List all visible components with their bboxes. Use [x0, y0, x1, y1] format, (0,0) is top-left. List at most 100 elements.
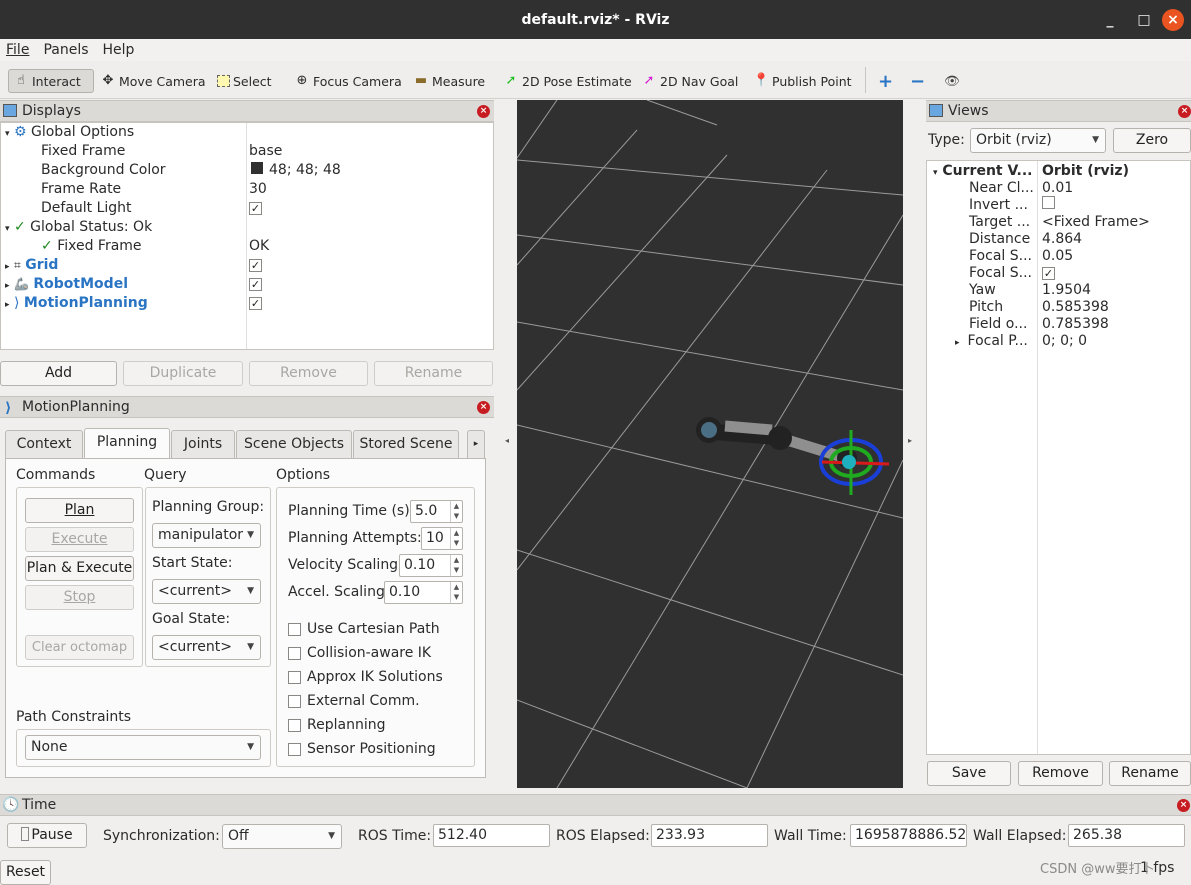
pause-button[interactable]: Pause: [7, 823, 87, 848]
spin-arrows-icon[interactable]: ▲ ▼: [450, 501, 462, 522]
fixed-frame-value[interactable]: base: [249, 142, 282, 161]
views-remove-button[interactable]: Remove: [1018, 761, 1103, 786]
remove-display-button[interactable]: Remove: [249, 361, 368, 386]
motion-planning-icon: ⟩: [13, 295, 20, 311]
replanning-checkbox[interactable]: Replanning: [288, 717, 385, 733]
views-rename-button[interactable]: Rename: [1109, 761, 1191, 786]
grid-display-row[interactable]: ▸ ⌗ Grid: [5, 256, 58, 275]
motion-planning-row[interactable]: ▸ ⟩ MotionPlanning: [5, 294, 148, 313]
path-constraints-select[interactable]: None ▼: [25, 735, 261, 760]
sensor-positioning-checkbox[interactable]: Sensor Positioning: [288, 741, 436, 757]
execute-button[interactable]: Execute: [25, 527, 134, 552]
tab-joints[interactable]: Joints: [171, 430, 235, 458]
focus-camera-tool[interactable]: ⊕ Focus Camera: [290, 69, 406, 93]
external-comm-checkbox[interactable]: External Comm.: [288, 693, 420, 709]
spin-arrows-icon[interactable]: ▲ ▼: [450, 582, 462, 603]
robot-model-checkbox[interactable]: ✓: [249, 275, 262, 294]
grid-and-robot-scene[interactable]: [517, 100, 903, 788]
close-window-button[interactable]: ×: [1162, 9, 1184, 31]
tab-scroll-right-icon[interactable]: ▸: [467, 430, 485, 458]
add-display-button[interactable]: Add: [0, 361, 117, 386]
views-close-icon[interactable]: ×: [1178, 105, 1191, 118]
pose-estimate-tool[interactable]: ➚ 2D Pose Estimate: [499, 69, 636, 93]
render-viewport[interactable]: [517, 100, 903, 788]
accel-scaling-spinbox[interactable]: 0.10 ▲ ▼: [384, 581, 463, 604]
duplicate-display-button[interactable]: Duplicate: [123, 361, 243, 386]
views-save-button[interactable]: Save: [927, 761, 1011, 786]
velocity-scaling-spinbox[interactable]: 0.10 ▲ ▼: [399, 554, 463, 577]
focal-point-row[interactable]: ▸ Focal P...: [955, 332, 1028, 351]
planning-attempts-value: 10: [426, 530, 444, 546]
default-light-checkbox[interactable]: ✓: [249, 199, 262, 218]
robot-model-row[interactable]: ▸ 🦾 RobotModel: [5, 275, 128, 294]
displays-close-icon[interactable]: ×: [477, 105, 490, 118]
use-cartesian-checkbox[interactable]: Use Cartesian Path: [288, 621, 440, 637]
nav-goal-tool[interactable]: ➚ 2D Nav Goal: [637, 69, 742, 93]
global-status-row[interactable]: ▾ ✓ Global Status: Ok: [5, 218, 152, 237]
publish-point-tool[interactable]: 📍 Publish Point: [749, 69, 856, 93]
goal-state-label: Goal State:: [152, 611, 231, 627]
motion-planning-tabs: Context Planning Joints Scene Objects St…: [5, 428, 489, 460]
reset-button[interactable]: Reset: [0, 860, 51, 885]
eye-icon[interactable]: 👁: [940, 69, 964, 93]
zero-button[interactable]: Zero: [1113, 128, 1191, 153]
tab-stored-scene[interactable]: Stored Scene: [353, 430, 459, 458]
view-type-select[interactable]: Orbit (rviz) ▼: [970, 128, 1106, 153]
checkmark-icon: ✓: [41, 238, 53, 254]
tab-planning[interactable]: Planning: [84, 428, 170, 458]
motion-planning-close-icon[interactable]: ×: [477, 401, 490, 414]
remove-tool-minus-icon[interactable]: −: [906, 69, 929, 93]
move-camera-tool[interactable]: ✥ Move Camera: [96, 69, 210, 93]
planning-attempts-spinbox[interactable]: 10 ▲ ▼: [421, 527, 463, 550]
grid-lines: [517, 100, 903, 788]
tab-context[interactable]: Context: [5, 430, 83, 458]
planning-time-spinbox[interactable]: 5.0 ▲ ▼: [410, 500, 463, 523]
external-comm-label: External Comm.: [307, 693, 420, 709]
select-tool[interactable]: Select: [213, 69, 276, 93]
stop-button[interactable]: Stop: [25, 585, 134, 610]
collapse-left-icon[interactable]: ◂: [505, 436, 509, 445]
collision-aware-ik-checkbox[interactable]: Collision-aware IK: [288, 645, 431, 661]
frame-rate-value[interactable]: 30: [249, 180, 267, 199]
start-state-select[interactable]: <current> ▼: [152, 579, 261, 604]
menu-file[interactable]: File: [6, 42, 29, 58]
planning-group-select[interactable]: manipulator ▼: [152, 523, 261, 548]
motion-planning-checkbox[interactable]: ✓: [249, 294, 262, 313]
publish-point-label: Publish Point: [772, 73, 852, 89]
global-options-label: Global Options: [31, 124, 135, 140]
global-options-row[interactable]: ▾ ⚙ Global Options: [5, 123, 134, 142]
view-prop-checkbox[interactable]: ✓: [1042, 267, 1055, 280]
tab-scene-objects[interactable]: Scene Objects: [236, 430, 352, 458]
view-prop-checkbox[interactable]: [1042, 196, 1055, 209]
clear-octomap-button[interactable]: Clear octomap: [25, 635, 134, 660]
expand-arrow-icon[interactable]: ▸: [955, 338, 960, 348]
goal-state-select[interactable]: <current> ▼: [152, 635, 261, 660]
menu-panels[interactable]: Panels: [43, 42, 88, 58]
ros-elapsed-field[interactable]: 233.93: [651, 824, 768, 847]
wall-time-field[interactable]: 1695878886.52: [850, 824, 967, 847]
minimize-button[interactable]: _: [1099, 9, 1121, 31]
rename-display-button[interactable]: Rename: [374, 361, 493, 386]
ros-time-field[interactable]: 512.40: [433, 824, 550, 847]
start-state-label: Start State:: [152, 555, 233, 571]
plan-button[interactable]: Plan: [25, 498, 134, 523]
measure-tool[interactable]: ▬ Measure: [409, 69, 489, 93]
robot-arm-model[interactable]: [696, 417, 890, 495]
time-close-icon[interactable]: ×: [1177, 799, 1190, 812]
wall-elapsed-field[interactable]: 265.38: [1068, 824, 1185, 847]
add-tool-plus-icon[interactable]: +: [874, 69, 897, 93]
status-fixed-frame-value: OK: [249, 238, 270, 254]
plan-execute-button[interactable]: Plan & Execute: [25, 556, 134, 581]
interact-tool[interactable]: ☝ Interact: [8, 69, 94, 93]
collapse-right-icon[interactable]: ▸: [908, 436, 912, 445]
grid-checkbox[interactable]: ✓: [249, 256, 262, 275]
menu-help[interactable]: Help: [103, 42, 135, 58]
spin-arrows-icon[interactable]: ▲ ▼: [450, 528, 462, 549]
view-prop-value[interactable]: 0; 0; 0: [1042, 332, 1087, 351]
spin-arrows-icon[interactable]: ▲ ▼: [450, 555, 462, 576]
maximize-button[interactable]: □: [1133, 9, 1155, 31]
planning-group-label: Planning Group:: [152, 499, 265, 515]
sync-select[interactable]: Off ▼: [222, 824, 342, 849]
bg-color-value-row[interactable]: 48; 48; 48: [251, 161, 341, 180]
approx-ik-checkbox[interactable]: Approx IK Solutions: [288, 669, 443, 685]
